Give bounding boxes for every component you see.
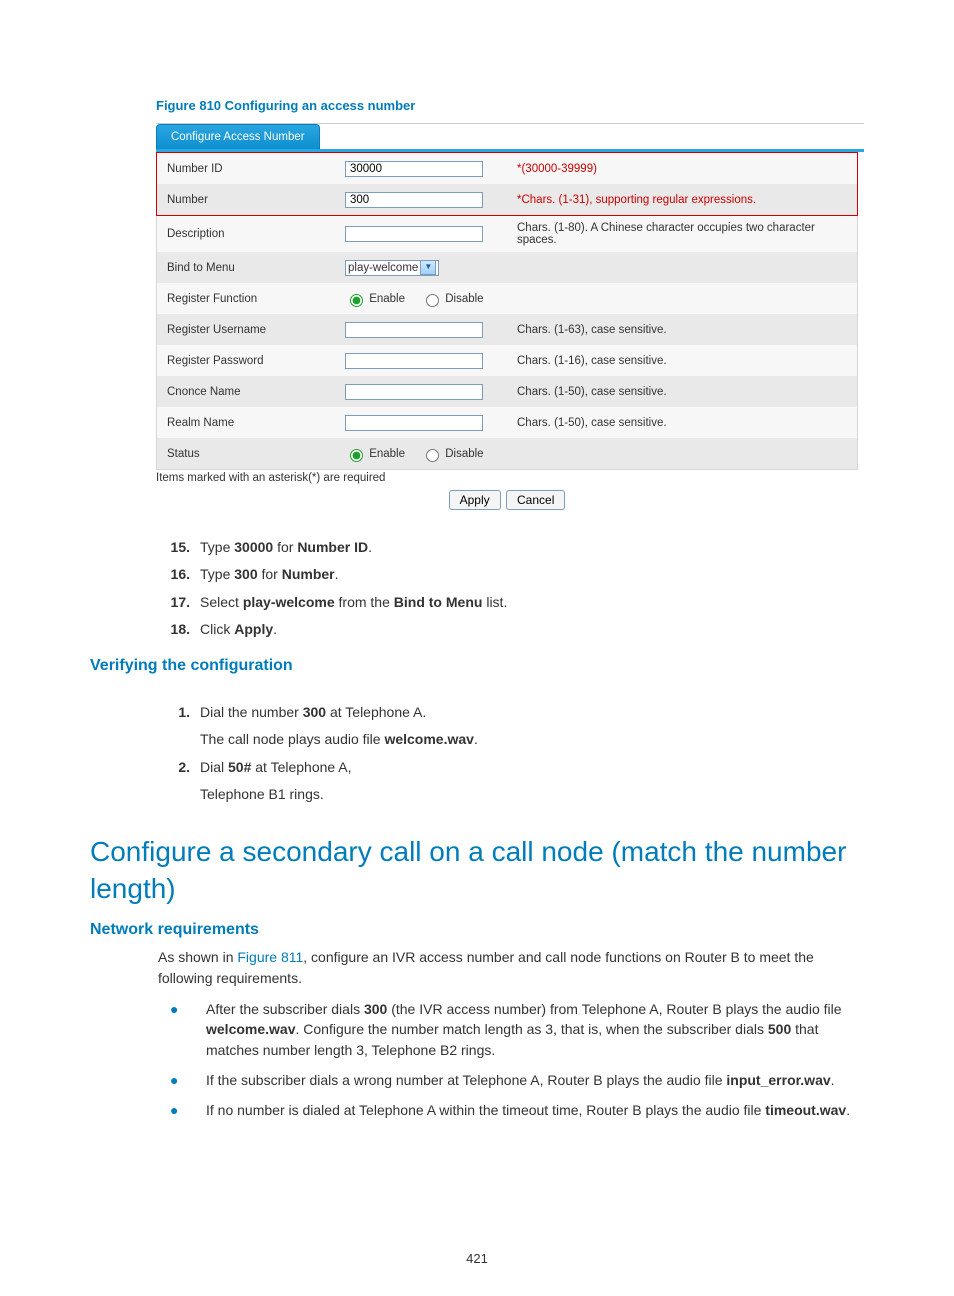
hint-register-username: Chars. (1-63), case sensitive. xyxy=(517,324,667,336)
label-realm-name: Realm Name xyxy=(157,407,336,438)
register-username-input[interactable] xyxy=(345,322,483,338)
chevron-down-icon: ▼ xyxy=(420,260,436,275)
verify-step-2: 2.Dial 50# at Telephone A, xyxy=(158,754,864,781)
label-description: Description xyxy=(157,216,336,253)
bullet-3: ● If no number is dialed at Telephone A … xyxy=(158,1100,864,1120)
step-15: 15.Type 30000 for Number ID. xyxy=(158,534,864,561)
figure-caption: Figure 810 Configuring an access number xyxy=(156,98,864,113)
required-note: Items marked with an asterisk(*) are req… xyxy=(156,472,864,484)
apply-button[interactable]: Apply xyxy=(449,490,501,510)
intro-paragraph: As shown in Figure 811, configure an IVR… xyxy=(158,947,864,989)
register-function-disable[interactable]: Disable xyxy=(421,293,484,305)
status-enable[interactable]: Enable xyxy=(345,448,405,460)
description-input[interactable] xyxy=(345,226,483,242)
hint-number: *Chars. (1-31), supporting regular expre… xyxy=(517,194,756,206)
label-number: Number xyxy=(157,184,336,216)
hint-description: Chars. (1-80). A Chinese character occup… xyxy=(517,222,815,246)
bullet-icon: ● xyxy=(158,1070,206,1090)
requirements-list: ● After the subscriber dials 300 (the IV… xyxy=(158,999,864,1120)
cancel-button[interactable]: Cancel xyxy=(506,490,565,510)
hint-cnonce-name: Chars. (1-50), case sensitive. xyxy=(517,386,667,398)
verify-step-1-sub: The call node plays audio file welcome.w… xyxy=(158,726,864,753)
label-number-id: Number ID xyxy=(157,153,336,185)
label-status: Status xyxy=(157,438,336,470)
status-disable[interactable]: Disable xyxy=(421,448,484,460)
heading-configure-secondary-call: Configure a secondary call on a call nod… xyxy=(90,834,864,907)
tab-configure-access-number[interactable]: Configure Access Number xyxy=(156,124,320,149)
realm-name-input[interactable] xyxy=(345,415,483,431)
cnonce-name-input[interactable] xyxy=(345,384,483,400)
heading-verifying: Verifying the configuration xyxy=(90,657,864,675)
register-password-input[interactable] xyxy=(345,353,483,369)
label-bind-to-menu: Bind to Menu xyxy=(157,252,336,283)
step-17: 17.Select play-welcome from the Bind to … xyxy=(158,589,864,616)
bullet-icon: ● xyxy=(158,1100,206,1120)
step-18: 18.Click Apply. xyxy=(158,616,864,643)
screenshot-configure-access-number: Configure Access Number Number ID *(3000… xyxy=(156,123,864,470)
step-16: 16.Type 300 for Number. xyxy=(158,561,864,588)
number-input[interactable] xyxy=(345,192,483,208)
bind-to-menu-select[interactable]: play-welcome▼ xyxy=(345,260,439,276)
number-id-input[interactable] xyxy=(345,161,483,177)
heading-network-requirements: Network requirements xyxy=(90,921,864,939)
hint-realm-name: Chars. (1-50), case sensitive. xyxy=(517,417,667,429)
verify-step-2-sub: Telephone B1 rings. xyxy=(158,781,864,808)
register-function-enable[interactable]: Enable xyxy=(345,293,405,305)
label-register-username: Register Username xyxy=(157,314,336,345)
page-number: 421 xyxy=(0,1251,954,1266)
bullet-1: ● After the subscriber dials 300 (the IV… xyxy=(158,999,864,1060)
label-register-function: Register Function xyxy=(157,283,336,314)
bullet-icon: ● xyxy=(158,999,206,1060)
step-list-2: 1.Dial the number 300 at Telephone A. Th… xyxy=(158,699,864,808)
label-register-password: Register Password xyxy=(157,345,336,376)
form-table: Number ID *(30000-39999) Number *Chars. … xyxy=(156,152,858,470)
link-figure-811[interactable]: Figure 811 xyxy=(237,949,303,965)
verify-step-1: 1.Dial the number 300 at Telephone A. xyxy=(158,699,864,726)
bullet-2: ● If the subscriber dials a wrong number… xyxy=(158,1070,864,1090)
hint-register-password: Chars. (1-16), case sensitive. xyxy=(517,355,667,367)
label-cnonce-name: Cnonce Name xyxy=(157,376,336,407)
hint-number-id: *(30000-39999) xyxy=(517,163,597,175)
step-list-1: 15.Type 30000 for Number ID. 16.Type 300… xyxy=(158,534,864,643)
